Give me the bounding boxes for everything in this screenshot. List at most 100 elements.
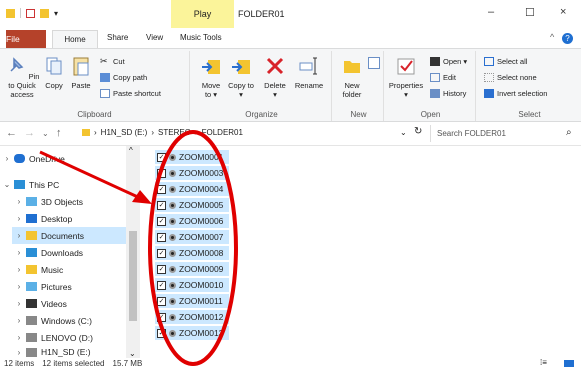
file-item[interactable]: ✓ ZOOM0011 — [155, 294, 229, 308]
refresh-icon[interactable]: ↻ — [414, 126, 422, 137]
checkbox-checked-icon[interactable]: ✓ — [157, 200, 166, 210]
pin-quick-access-button[interactable]: Pin to Quick access — [4, 55, 40, 99]
scroll-up-icon[interactable]: ^ — [129, 146, 133, 155]
search-input[interactable]: Search FOLDER01 — [430, 125, 576, 142]
copy-path-button[interactable]: Copy path — [100, 73, 147, 82]
delete-button[interactable]: Delete ▾ — [262, 55, 288, 99]
nav-videos[interactable]: › Videos — [12, 295, 67, 312]
file-item[interactable]: ✓ ZOOM0010 — [155, 278, 229, 292]
expand-chevron-icon[interactable]: › — [12, 231, 26, 240]
scroll-down-icon[interactable]: ⌄ — [129, 349, 136, 358]
expand-chevron-icon[interactable]: › — [12, 348, 26, 357]
expand-chevron-icon[interactable]: › — [0, 154, 14, 163]
close-button[interactable]: × — [560, 6, 566, 18]
back-arrow-icon[interactable]: ← — [6, 127, 17, 139]
checkbox-checked-icon[interactable]: ✓ — [157, 328, 166, 338]
nav-this-pc[interactable]: ⌄ This PC — [0, 176, 60, 193]
maximize-button[interactable]: ☐ — [525, 6, 535, 19]
checkbox-checked-icon[interactable]: ✓ — [157, 152, 166, 162]
file-item[interactable]: ✓ ZOOM0013 — [155, 326, 229, 340]
nav-lenovo-d[interactable]: › LENOVO (D:) — [12, 329, 93, 346]
new-item-icon[interactable] — [368, 57, 380, 69]
collapse-ribbon-icon[interactable]: ^ — [550, 32, 554, 42]
new-folder-button[interactable]: New folder — [338, 55, 366, 99]
breadcrumb-stereo[interactable]: STEREO — [158, 128, 191, 137]
nav-documents[interactable]: › Documents — [12, 227, 126, 244]
file-item[interactable]: ✓ ZOOM0005 — [155, 198, 229, 212]
address-dropdown-icon[interactable]: ⌄ — [400, 128, 407, 137]
tab-home[interactable]: Home — [52, 30, 98, 48]
expand-chevron-icon[interactable]: › — [12, 214, 26, 223]
nav-windows-c[interactable]: › Windows (C:) — [12, 312, 92, 329]
checkbox-checked-icon[interactable]: ✓ — [157, 168, 166, 178]
checkbox-checked-icon[interactable]: ✓ — [157, 216, 166, 226]
checkbox-checked-icon[interactable]: ✓ — [157, 248, 166, 258]
nav-3d-objects[interactable]: › 3D Objects — [12, 193, 83, 210]
play-contextual-tab[interactable]: Play — [171, 0, 234, 28]
expand-chevron-icon[interactable]: › — [12, 197, 26, 206]
expand-chevron-icon[interactable]: › — [12, 299, 26, 308]
file-item[interactable]: ✓ ZOOM0008 — [155, 246, 229, 260]
large-icons-view-icon[interactable] — [564, 360, 574, 367]
checkbox-checked-icon[interactable]: ✓ — [157, 296, 166, 306]
new-folder-icon[interactable] — [40, 8, 49, 18]
file-item[interactable]: ✓ ZOOM0003 — [155, 166, 229, 180]
copy-button[interactable]: Copy — [42, 55, 66, 90]
expand-chevron-icon[interactable]: › — [12, 333, 26, 342]
collapse-chevron-icon[interactable]: ⌄ — [0, 180, 14, 189]
rename-button[interactable]: Rename — [292, 55, 326, 90]
file-item[interactable]: ✓ ZOOM0009 — [155, 262, 229, 276]
properties-button[interactable]: Properties ▾ — [388, 55, 424, 99]
tab-music-tools[interactable]: Music Tools — [180, 33, 222, 42]
invert-selection-button[interactable]: Invert selection — [484, 89, 547, 98]
file-item[interactable]: ✓ ZOOM0007 — [155, 230, 229, 244]
cloud-icon — [14, 154, 25, 163]
nav-scrollbar[interactable]: ^ ⌄ — [126, 146, 140, 358]
move-to-button[interactable]: Move to ▾ — [198, 55, 224, 99]
forward-arrow-icon[interactable]: → — [24, 127, 35, 139]
file-item[interactable]: ✓ ZOOM0006 — [155, 214, 229, 228]
details-view-icon[interactable]: ⁞≡ — [540, 358, 547, 367]
file-item[interactable]: ✓ ZOOM0012 — [155, 310, 229, 324]
paste-shortcut-button[interactable]: Paste shortcut — [100, 89, 161, 98]
nav-desktop[interactable]: › Desktop — [12, 210, 73, 227]
customize-qat-icon[interactable]: ▾ — [54, 9, 58, 18]
nav-h1n-sd-e[interactable]: › H1N_SD (E:) — [12, 346, 91, 358]
nav-onedrive[interactable]: › OneDrive — [0, 150, 65, 167]
cut-button[interactable]: ✂ Cut — [100, 57, 125, 67]
expand-chevron-icon[interactable]: › — [12, 265, 26, 274]
open-button[interactable]: Open ▾ — [430, 57, 467, 66]
scrollbar-thumb[interactable] — [129, 231, 137, 321]
copy-to-button[interactable]: Copy to ▾ — [228, 55, 254, 99]
checkbox-checked-icon[interactable]: ✓ — [157, 280, 166, 290]
properties-check-icon[interactable] — [26, 8, 35, 18]
up-arrow-icon[interactable]: ↑ — [56, 127, 62, 139]
checkbox-checked-icon[interactable]: ✓ — [157, 232, 166, 242]
minimize-button[interactable]: – — [488, 6, 494, 18]
breadcrumb[interactable]: › H1N_SD (E:) › STEREO › FOLDER01 — [82, 128, 243, 137]
expand-chevron-icon[interactable]: › — [12, 316, 26, 325]
checkbox-checked-icon[interactable]: ✓ — [157, 312, 166, 322]
tab-share[interactable]: Share — [107, 33, 128, 42]
expand-chevron-icon[interactable]: › — [12, 248, 26, 257]
search-icon[interactable]: ⌕ — [566, 127, 572, 138]
breadcrumb-drive[interactable]: H1N_SD (E:) — [101, 128, 148, 137]
file-item[interactable]: ✓ ZOOM0001 — [155, 150, 229, 164]
expand-chevron-icon[interactable]: › — [12, 282, 26, 291]
recent-locations-icon[interactable]: ⌄ — [42, 129, 49, 138]
nav-music[interactable]: › Music — [12, 261, 64, 278]
select-all-button[interactable]: Select all — [484, 57, 527, 66]
checkbox-checked-icon[interactable]: ✓ — [157, 264, 166, 274]
select-none-button[interactable]: Select none — [484, 73, 537, 82]
paste-button[interactable]: Paste — [68, 55, 94, 90]
file-item[interactable]: ✓ ZOOM0004 — [155, 182, 229, 196]
edit-button[interactable]: Edit — [430, 73, 456, 82]
help-icon[interactable]: ? — [562, 33, 573, 44]
checkbox-checked-icon[interactable]: ✓ — [157, 184, 166, 194]
nav-pictures[interactable]: › Pictures — [12, 278, 72, 295]
tab-file[interactable]: File — [6, 30, 46, 48]
history-button[interactable]: History — [430, 89, 466, 98]
tab-view[interactable]: View — [146, 33, 163, 42]
breadcrumb-folder[interactable]: FOLDER01 — [202, 128, 243, 137]
nav-downloads[interactable]: › Downloads — [12, 244, 83, 261]
